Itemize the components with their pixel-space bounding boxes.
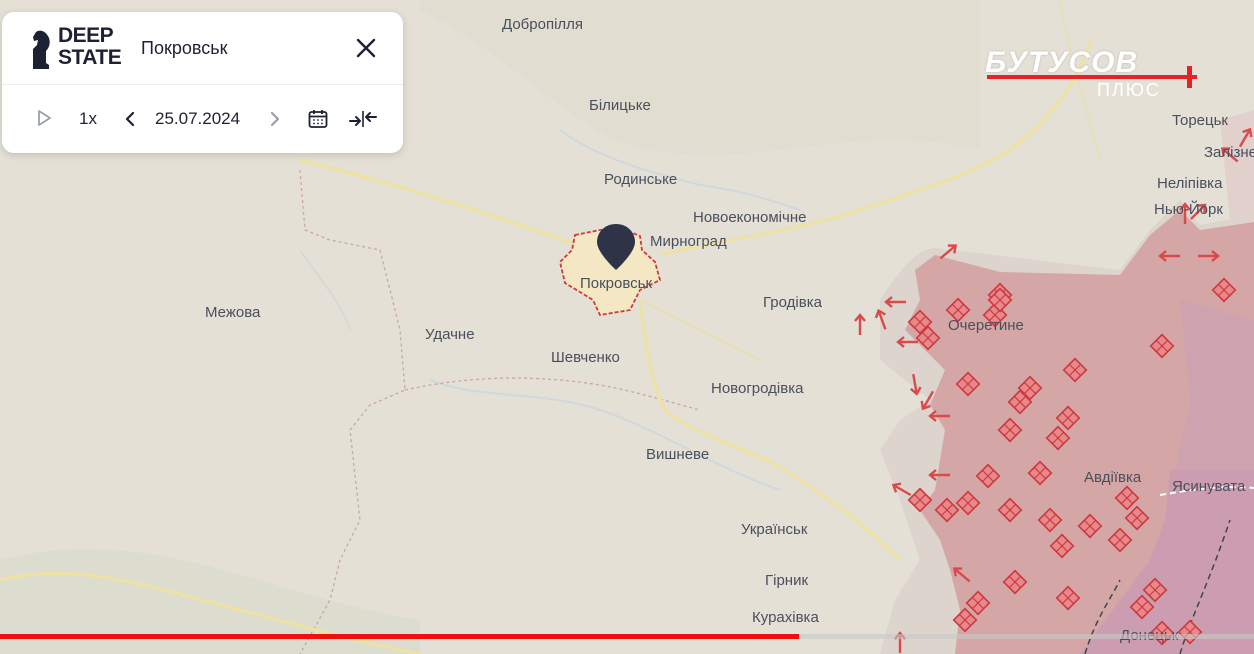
place-zalizne: Залізне	[1204, 144, 1254, 161]
place-ocheretyne: Очеретине	[948, 317, 1024, 334]
place-myrnohrad: Мирноград	[650, 233, 727, 250]
place-pokrovsk: Покровськ	[580, 275, 652, 292]
place-ukrainsk: Українськ	[741, 521, 808, 538]
chevron-right-icon[interactable]	[268, 110, 282, 128]
place-hirnyk: Гірник	[765, 572, 808, 589]
knight-logo-icon	[33, 30, 50, 69]
place-bilytske: Білицьке	[589, 97, 651, 114]
brand-sub-text: ПЛЮС	[1097, 80, 1161, 100]
place-mezhova: Межова	[205, 304, 261, 321]
place-toretsk: Торецьк	[1172, 112, 1228, 129]
location-title: Покровськ	[141, 38, 228, 58]
deepstate-panel: DEEP STATE Покровськ 1x 25.07.2024	[2, 12, 403, 153]
place-avdiivka: Авдіївка	[1084, 469, 1142, 486]
video-progress-buffer	[799, 634, 805, 639]
place-shevchenko: Шевченко	[551, 349, 620, 366]
place-yasynuvata: Ясинувата	[1172, 478, 1246, 495]
logo-line-2: STATE	[58, 46, 122, 69]
deepstate-logo: DEEP STATE	[58, 24, 122, 69]
logo-line-1: DEEP	[58, 24, 114, 47]
panel-divider	[2, 84, 403, 85]
place-hrodivka: Гродівка	[763, 294, 823, 311]
collapse-icon[interactable]	[348, 108, 378, 130]
chevron-left-icon[interactable]	[123, 110, 137, 128]
place-nelipivka: Неліпівка	[1157, 175, 1223, 192]
speed-button[interactable]: 1x	[79, 109, 97, 129]
place-kurakhivka: Курахівка	[752, 609, 819, 626]
date-display[interactable]: 25.07.2024	[155, 109, 240, 129]
calendar-icon[interactable]	[307, 108, 329, 130]
place-vyshneve: Вишневе	[646, 446, 709, 463]
channel-watermark: БУТУСОВ ПЛЮС	[985, 46, 1207, 102]
close-icon[interactable]	[354, 36, 378, 60]
place-dobropillia: Добропілля	[502, 16, 583, 33]
place-new-york: Нью-Йорк	[1154, 200, 1223, 218]
place-novohrodivka: Новогродівка	[711, 380, 804, 397]
place-rodynske: Родинське	[604, 171, 677, 188]
brand-accent-bar	[987, 75, 1197, 79]
place-novoekonomichne: Новоекономічне	[693, 209, 806, 226]
play-icon[interactable]	[36, 109, 52, 127]
video-progress-fill	[0, 634, 799, 639]
brand-plus-icon	[1187, 66, 1192, 88]
place-udachne: Удачне	[425, 326, 475, 343]
